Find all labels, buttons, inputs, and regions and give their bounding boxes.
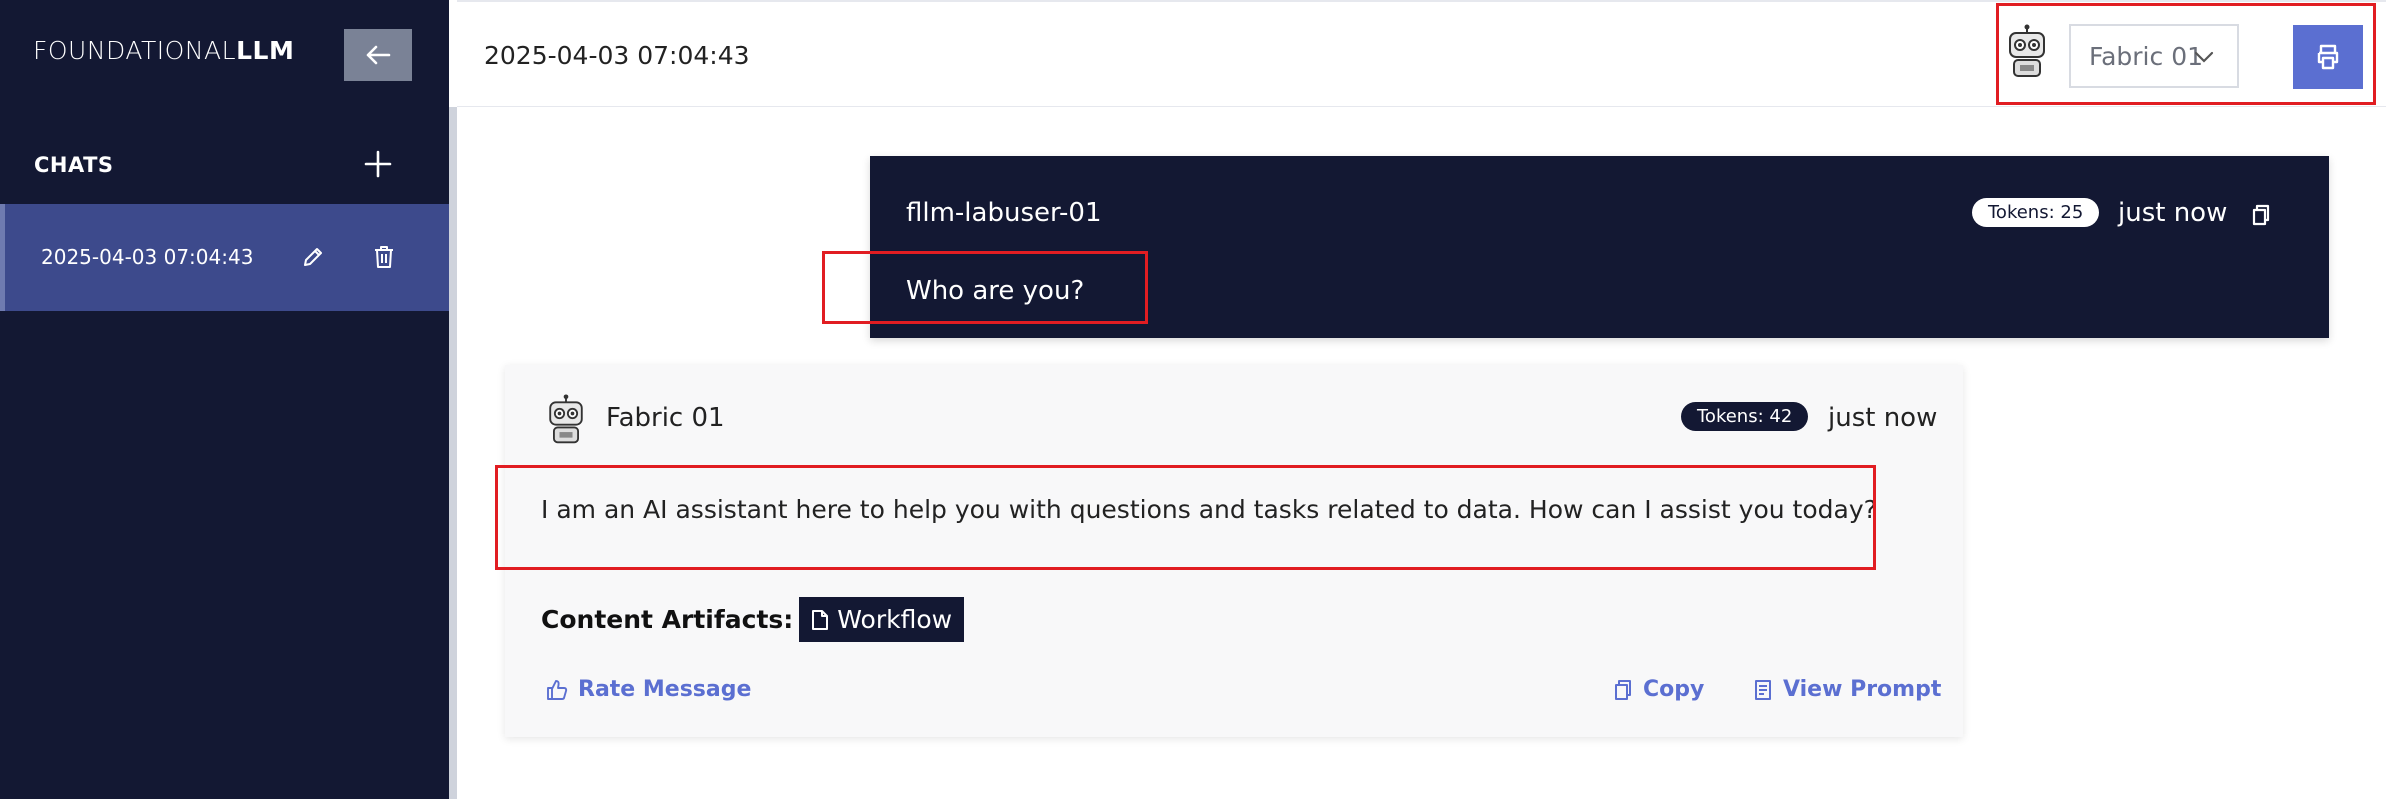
thumbs-up-icon [547, 679, 568, 700]
view-prompt-label: View Prompt [1783, 677, 1942, 702]
message-text: I am an AI assistant here to help you wi… [541, 495, 1877, 524]
token-badge: Tokens: 25 [1972, 198, 2100, 227]
sidebar-scrollbar[interactable] [449, 107, 457, 799]
copy-message-button[interactable] [2246, 200, 2276, 230]
brand-logo: FOUNDATIONALLLM [33, 36, 294, 65]
sidebar-chat-item[interactable]: 2025-04-03 07:04:43 [0, 204, 449, 311]
agent-message: Fabric 01 Tokens: 42 just now I am an AI… [505, 365, 1963, 737]
copy-icon [2252, 204, 2270, 226]
printer-icon [2317, 44, 2339, 70]
token-badge: Tokens: 42 [1681, 402, 1809, 431]
agent-avatar [542, 394, 590, 446]
rate-message-button[interactable]: Rate Message [546, 677, 751, 702]
arrow-left-icon [366, 45, 391, 65]
chats-heading: CHATS [34, 153, 114, 177]
copy-button[interactable]: Copy [1613, 677, 1704, 702]
chat-item-label: 2025-04-03 07:04:43 [41, 245, 254, 269]
chat-header: 2025-04-03 07:04:43 Fabric 01 [457, 0, 2386, 107]
message-time: just now [1828, 403, 1938, 433]
rate-message-label: Rate Message [578, 677, 752, 702]
robot-icon [2009, 24, 2045, 77]
artifacts-label: Content Artifacts: [541, 605, 794, 634]
edit-chat-button[interactable] [298, 242, 328, 272]
brand-bold: LLM [236, 36, 295, 65]
sidebar: FOUNDATIONALLLM CHATS 2025-04-03 07:04:4… [0, 0, 449, 799]
collapse-sidebar-button[interactable] [344, 29, 412, 81]
message-text: Who are you? [906, 276, 1085, 306]
file-icon [812, 609, 829, 630]
agent-avatar [2002, 24, 2052, 80]
chevron-down-icon [2194, 51, 2214, 63]
document-lines-icon [1755, 679, 1771, 700]
add-chat-button[interactable] [360, 146, 396, 182]
robot-icon [549, 394, 583, 444]
copy-label: Copy [1643, 677, 1705, 702]
content-artifacts: Content Artifacts: Workflow [541, 597, 965, 642]
print-button[interactable] [2293, 25, 2363, 89]
copy-icon [1615, 679, 1631, 700]
delete-chat-button[interactable] [369, 242, 399, 272]
artifact-workflow-button[interactable]: Workflow [799, 597, 965, 642]
agent-select[interactable]: Fabric 01 [2069, 24, 2239, 88]
plus-icon [364, 150, 392, 178]
artifact-label: Workflow [837, 605, 953, 634]
view-prompt-button[interactable]: View Prompt [1753, 677, 1941, 702]
agent-select-value: Fabric 01 [2089, 41, 2204, 71]
message-sender: fllm-labuser-01 [906, 198, 1102, 228]
trash-icon [375, 246, 393, 268]
message-time: just now [2118, 198, 2228, 228]
message-sender: Fabric 01 [606, 403, 725, 433]
pencil-icon [304, 248, 322, 266]
brand-light: FOUNDATIONAL [33, 36, 237, 65]
user-message: fllm-labuser-01 Tokens: 25 just now Who … [870, 156, 2329, 338]
session-title: 2025-04-03 07:04:43 [484, 41, 750, 70]
